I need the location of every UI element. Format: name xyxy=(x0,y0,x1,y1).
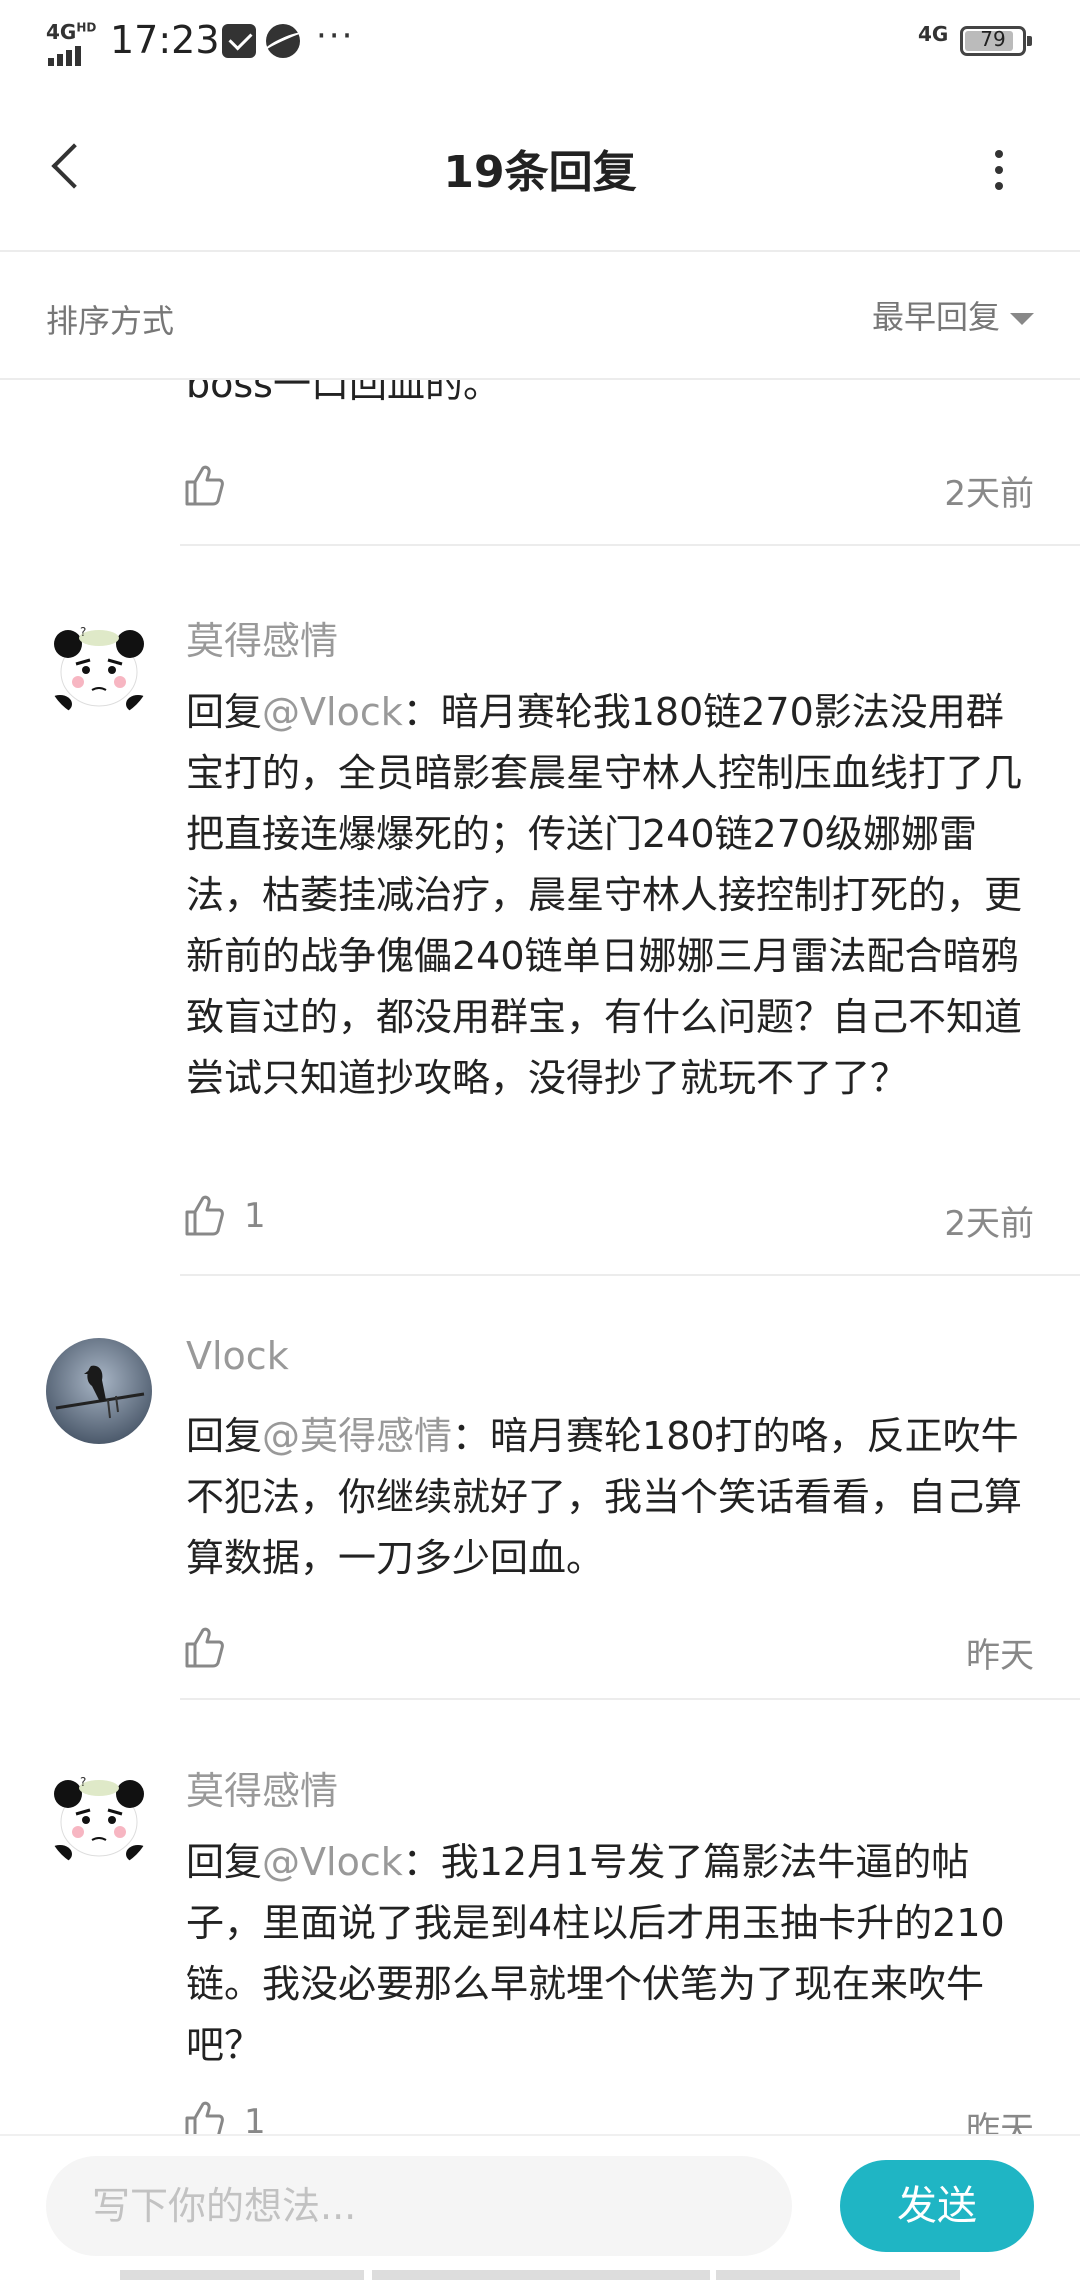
gesture-bar xyxy=(120,2270,364,2280)
sort-bar: 排序方式 最早回复 xyxy=(0,252,1080,380)
sort-selected-value: 最早回复 xyxy=(871,298,1000,336)
reply-prefix: 回复 xyxy=(186,1414,263,1458)
sort-dropdown[interactable]: 最早回复 xyxy=(872,292,1034,336)
message-notification-icon xyxy=(222,24,256,58)
avatar[interactable]: ? xyxy=(46,614,152,720)
thumbs-up-icon[interactable] xyxy=(184,2100,224,2134)
thumbs-up-icon[interactable] xyxy=(184,1194,224,1236)
comment-divider xyxy=(180,1698,1080,1700)
comment-author[interactable]: 莫得感情 xyxy=(186,1760,338,1815)
nav-header: 19条回复 xyxy=(0,84,1080,252)
battery-percentage: 79 xyxy=(980,27,1006,51)
reply-body: ：暗月赛轮我180链270影法没用群宝打的，全员暗影套晨星守林人控制压血线打了几… xyxy=(186,690,1023,1100)
svg-text:?: ? xyxy=(80,625,86,639)
gesture-bar xyxy=(716,2270,960,2280)
comment-text: 回复@Vlock：暗月赛轮我180链270影法没用群宝打的，全员暗影套晨星守林人… xyxy=(186,682,1036,1109)
page-title: 19条回复 xyxy=(443,147,637,198)
comment-list[interactable]: boss一口回血的。 2天前 ? 莫得感情 回复@Vlock：暗月赛轮我180链… xyxy=(0,380,1080,2134)
sort-label: 排序方式 xyxy=(46,302,175,340)
more-options-icon[interactable] xyxy=(984,140,1014,200)
avatar[interactable]: ? xyxy=(46,1764,152,1870)
comment-text: boss一口回血的。 xyxy=(186,380,501,406)
comment-time: 2天前 xyxy=(944,1204,1034,1244)
cellular-signal-icon: 4GHD xyxy=(46,20,98,66)
comment-author[interactable]: 莫得感情 xyxy=(186,610,338,665)
avatar[interactable] xyxy=(46,1338,152,1444)
caret-down-icon xyxy=(1010,313,1034,325)
comment-text: 回复@Vlock：我12月1号发了篇影法牛逼的帖子，里面说了我是到4柱以后才用玉… xyxy=(186,1832,1036,2076)
app-notification-icon xyxy=(266,24,300,58)
comment-author[interactable]: Vlock xyxy=(186,1334,289,1378)
comment-time: 昨天 xyxy=(966,1636,1034,1676)
mention-link[interactable]: @Vlock xyxy=(262,1840,403,1884)
svg-text:?: ? xyxy=(80,1775,86,1789)
mention-link[interactable]: @莫得感情 xyxy=(262,1414,452,1458)
network-type-right: 4G xyxy=(918,22,949,46)
comment-time: 昨天 xyxy=(966,2110,1034,2134)
mention-link[interactable]: @Vlock xyxy=(262,690,403,734)
comment-composer: 发送 xyxy=(0,2134,1080,2282)
comment-text: 回复@莫得感情：暗月赛轮180打的咯，反正吹牛不犯法，你继续就好了，我当个笑话看… xyxy=(186,1406,1036,1589)
reply-prefix: 回复 xyxy=(186,690,263,734)
send-button[interactable]: 发送 xyxy=(840,2160,1034,2252)
more-notifications-icon: ··· xyxy=(316,16,355,56)
status-time: 17:23 xyxy=(110,18,220,62)
status-bar: 4GHD 17:23 ··· 4G 79 xyxy=(0,0,1080,84)
reply-prefix: 回复 xyxy=(186,1840,263,1884)
thumbs-up-icon[interactable] xyxy=(184,1626,224,1668)
comment-divider xyxy=(180,544,1080,546)
thumbs-up-icon[interactable] xyxy=(184,464,224,506)
battery-icon: 79 xyxy=(960,26,1032,56)
comment-time: 2天前 xyxy=(944,474,1034,514)
network-type-left: 4GHD xyxy=(46,20,97,44)
like-count: 1 xyxy=(244,2102,266,2134)
like-count: 1 xyxy=(244,1196,266,1236)
gesture-bar xyxy=(372,2270,710,2280)
comment-divider xyxy=(180,1274,1080,1276)
comment-input[interactable] xyxy=(46,2156,792,2256)
